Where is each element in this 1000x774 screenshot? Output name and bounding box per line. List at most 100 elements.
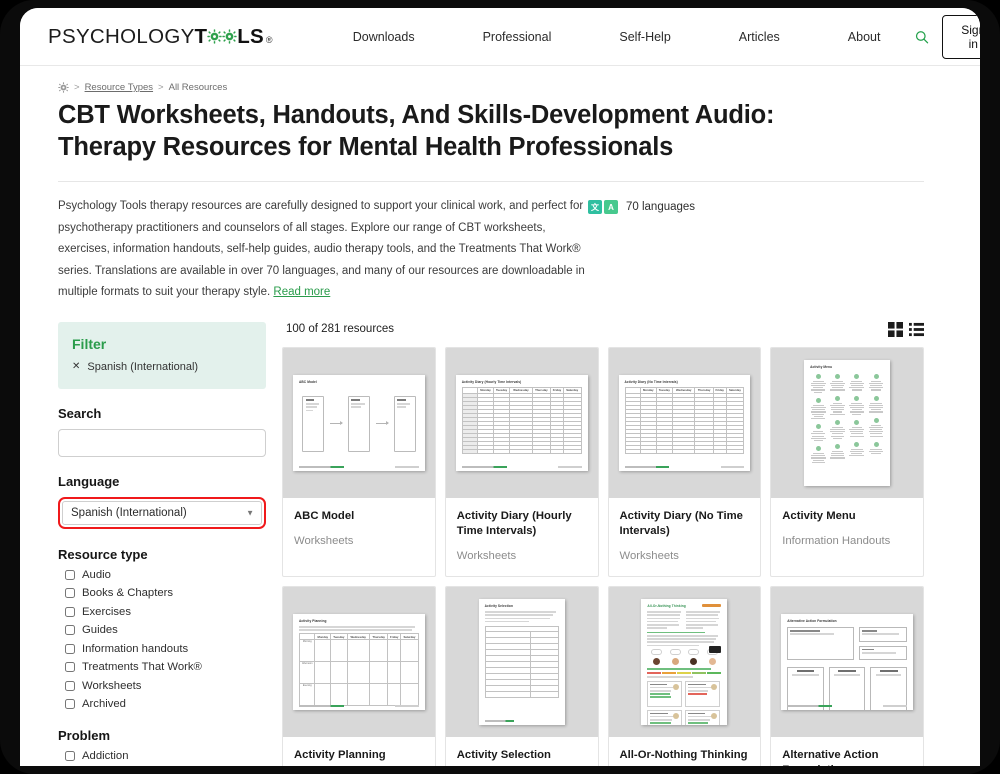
- preview-doc-title: Activity Selection: [484, 604, 513, 609]
- gear-icon: [222, 28, 237, 44]
- card-thumbnail: All-Or-Nothing Thinking: [608, 587, 761, 738]
- preview-row-label: Evening: [298, 683, 316, 706]
- translate-icon: 文 A: [588, 200, 618, 215]
- preview-table-row: Evening: [298, 683, 419, 706]
- preview-tip-cards: [647, 680, 721, 726]
- search-field-label: Search: [58, 405, 102, 421]
- search-input[interactable]: [58, 428, 266, 457]
- checkbox-archived[interactable]: [65, 699, 75, 710]
- card-title: Activity Diary (Hourly Time Intervals): [456, 509, 572, 537]
- breadcrumb: > Resource Types > All Resources: [38, 78, 944, 93]
- intro-paragraph: Psychology Tools therapy resources are c…: [58, 196, 588, 304]
- read-more-link[interactable]: Read more: [273, 286, 330, 298]
- title-divider: [58, 181, 924, 183]
- checkbox-treatments-that-work[interactable]: [65, 662, 75, 673]
- preview-column: [787, 667, 824, 711]
- card-title: ABC Model: [294, 509, 355, 522]
- active-filter-panel: Filter ✕ Spanish (International): [58, 321, 266, 389]
- checkbox-row-addiction[interactable]: Addiction: [65, 750, 266, 762]
- nav-link-self-help[interactable]: Self-Help: [585, 24, 704, 50]
- checkbox-books-chapters[interactable]: [65, 588, 75, 599]
- preview-footer-text: [720, 465, 745, 468]
- checkbox-row-books-chapters[interactable]: Books & Chapters: [65, 587, 266, 599]
- checkbox-row-audio[interactable]: Audio: [65, 569, 266, 581]
- resource-card[interactable]: All-Or-Nothing Thinking All-Or-Nothing T…: [607, 586, 762, 766]
- document-preview-activity-diary-no-time: Activity Diary (No Time Intervals) Monda…: [618, 374, 751, 471]
- card-thumbnail: Activity Diary (No Time Intervals) Monda…: [608, 347, 761, 498]
- language-field-label: Language: [58, 473, 120, 489]
- grid-view-icon[interactable]: [888, 321, 903, 337]
- card-body: Activity Selection Worksheets: [446, 737, 598, 766]
- checkbox-guides[interactable]: [65, 625, 75, 636]
- checkbox-row-information-handouts[interactable]: Information handouts: [65, 643, 266, 655]
- preview-activity-icon: [815, 424, 821, 430]
- problem-checkbox-list: Addiction Anger Anorexia Anxiety Asserti…: [58, 750, 266, 766]
- card-thumbnail: Activity Selection: [445, 587, 598, 738]
- preview-doc-title: Activity Diary (No Time Intervals): [624, 379, 678, 384]
- preview-menu-column: [868, 372, 884, 464]
- checkbox-addiction[interactable]: [65, 751, 75, 762]
- checkbox-exercises[interactable]: [65, 606, 75, 617]
- sign-in-button[interactable]: Sign in: [941, 14, 980, 59]
- preview-doc-title: Activity Diary (Hourly Time Intervals): [461, 379, 522, 384]
- checkbox-label-treatments-that-work: Treatments That Work®: [82, 661, 202, 674]
- results-count: 100 of 281 resources: [286, 323, 395, 336]
- card-title: Activity Diary (No Time Intervals): [619, 509, 743, 537]
- nav-link-about[interactable]: About: [814, 24, 915, 50]
- nav-link-articles[interactable]: Articles: [705, 24, 814, 50]
- resource-card[interactable]: Activity Planning Monday Tuesday Wednesd…: [282, 586, 436, 766]
- preview-column-right: [686, 611, 721, 630]
- preview-box-side: [858, 627, 907, 642]
- checkbox-label-audio: Audio: [82, 568, 111, 581]
- resource-card[interactable]: Activity Selection Activity Selection: [444, 586, 599, 766]
- results-header: 100 of 281 resources: [282, 321, 924, 347]
- resource-card-grid: ABC Model ABC Model Worksheets Activity …: [282, 346, 924, 766]
- intro-section: Psychology Tools therapy resources are c…: [58, 196, 924, 304]
- resource-card[interactable]: Activity Menu Activity Menu Information …: [770, 346, 924, 578]
- document-preview-activity-diary-hourly: Activity Diary (Hourly Time Intervals) M…: [455, 374, 588, 471]
- document-preview-activity-planning: Activity Planning Monday Tuesday Wednesd…: [293, 614, 425, 711]
- resource-card[interactable]: Activity Diary (Hourly Time Intervals) M…: [444, 346, 599, 578]
- preview-footer-logo: [484, 720, 514, 723]
- preview-abc-boxes: [299, 395, 419, 452]
- checkbox-row-treatments-that-work[interactable]: Treatments That Work®: [65, 661, 266, 673]
- close-icon[interactable]: ✕: [72, 361, 80, 372]
- site-logo[interactable]: PSYCHOLOGY T LS ®: [48, 25, 273, 49]
- preview-badge: [702, 604, 722, 608]
- preview-box-main: [787, 627, 854, 661]
- checkbox-audio[interactable]: [65, 569, 75, 580]
- card-type: Worksheets: [456, 550, 517, 563]
- card-body: Activity Menu Information Handouts: [771, 498, 923, 561]
- nav-link-downloads[interactable]: Downloads: [319, 24, 449, 50]
- checkbox-label-addiction: Addiction: [82, 750, 129, 763]
- breadcrumb-item-resource-types[interactable]: Resource Types: [85, 82, 153, 93]
- card-type: Worksheets: [619, 550, 679, 563]
- resource-card[interactable]: Activity Diary (No Time Intervals) Monda…: [607, 346, 762, 578]
- checkbox-row-guides[interactable]: Guides: [65, 624, 266, 636]
- search-icon[interactable]: [914, 27, 930, 47]
- languages-count-label: 70 languages: [626, 201, 696, 214]
- resource-card[interactable]: Alternative Action Formulation Alternati…: [770, 586, 924, 766]
- checkbox-row-worksheets[interactable]: Worksheets: [65, 680, 266, 692]
- resource-card[interactable]: ABC Model ABC Model Worksheets: [282, 346, 436, 578]
- checkbox-row-archived[interactable]: Archived: [65, 698, 266, 710]
- preview-activity-icon: [854, 419, 860, 425]
- checkbox-information-handouts[interactable]: [65, 643, 75, 654]
- preview-speech-bubble: [669, 649, 681, 656]
- nav-link-professional[interactable]: Professional: [449, 24, 586, 50]
- language-select[interactable]: Spanish (International): [62, 500, 262, 525]
- card-body: Activity Planning Worksheets: [283, 737, 435, 766]
- checkbox-row-exercises[interactable]: Exercises: [65, 606, 266, 618]
- breadcrumb-separator-1: >: [74, 82, 80, 93]
- preview-menu-columns: [810, 372, 884, 464]
- preview-doc-title: Activity Planning: [299, 619, 327, 624]
- card-thumbnail: Alternative Action Formulation: [771, 587, 923, 738]
- preview-doc-title: ABC Model: [299, 379, 317, 384]
- preview-footer-text: [557, 465, 582, 468]
- active-filter-chip[interactable]: ✕ Spanish (International): [72, 361, 252, 373]
- list-view-icon[interactable]: [909, 322, 924, 337]
- checkbox-worksheets[interactable]: [65, 680, 75, 691]
- card-thumbnail: ABC Model: [283, 347, 435, 498]
- gear-icon[interactable]: [58, 82, 69, 93]
- checkbox-label-guides: Guides: [82, 624, 118, 637]
